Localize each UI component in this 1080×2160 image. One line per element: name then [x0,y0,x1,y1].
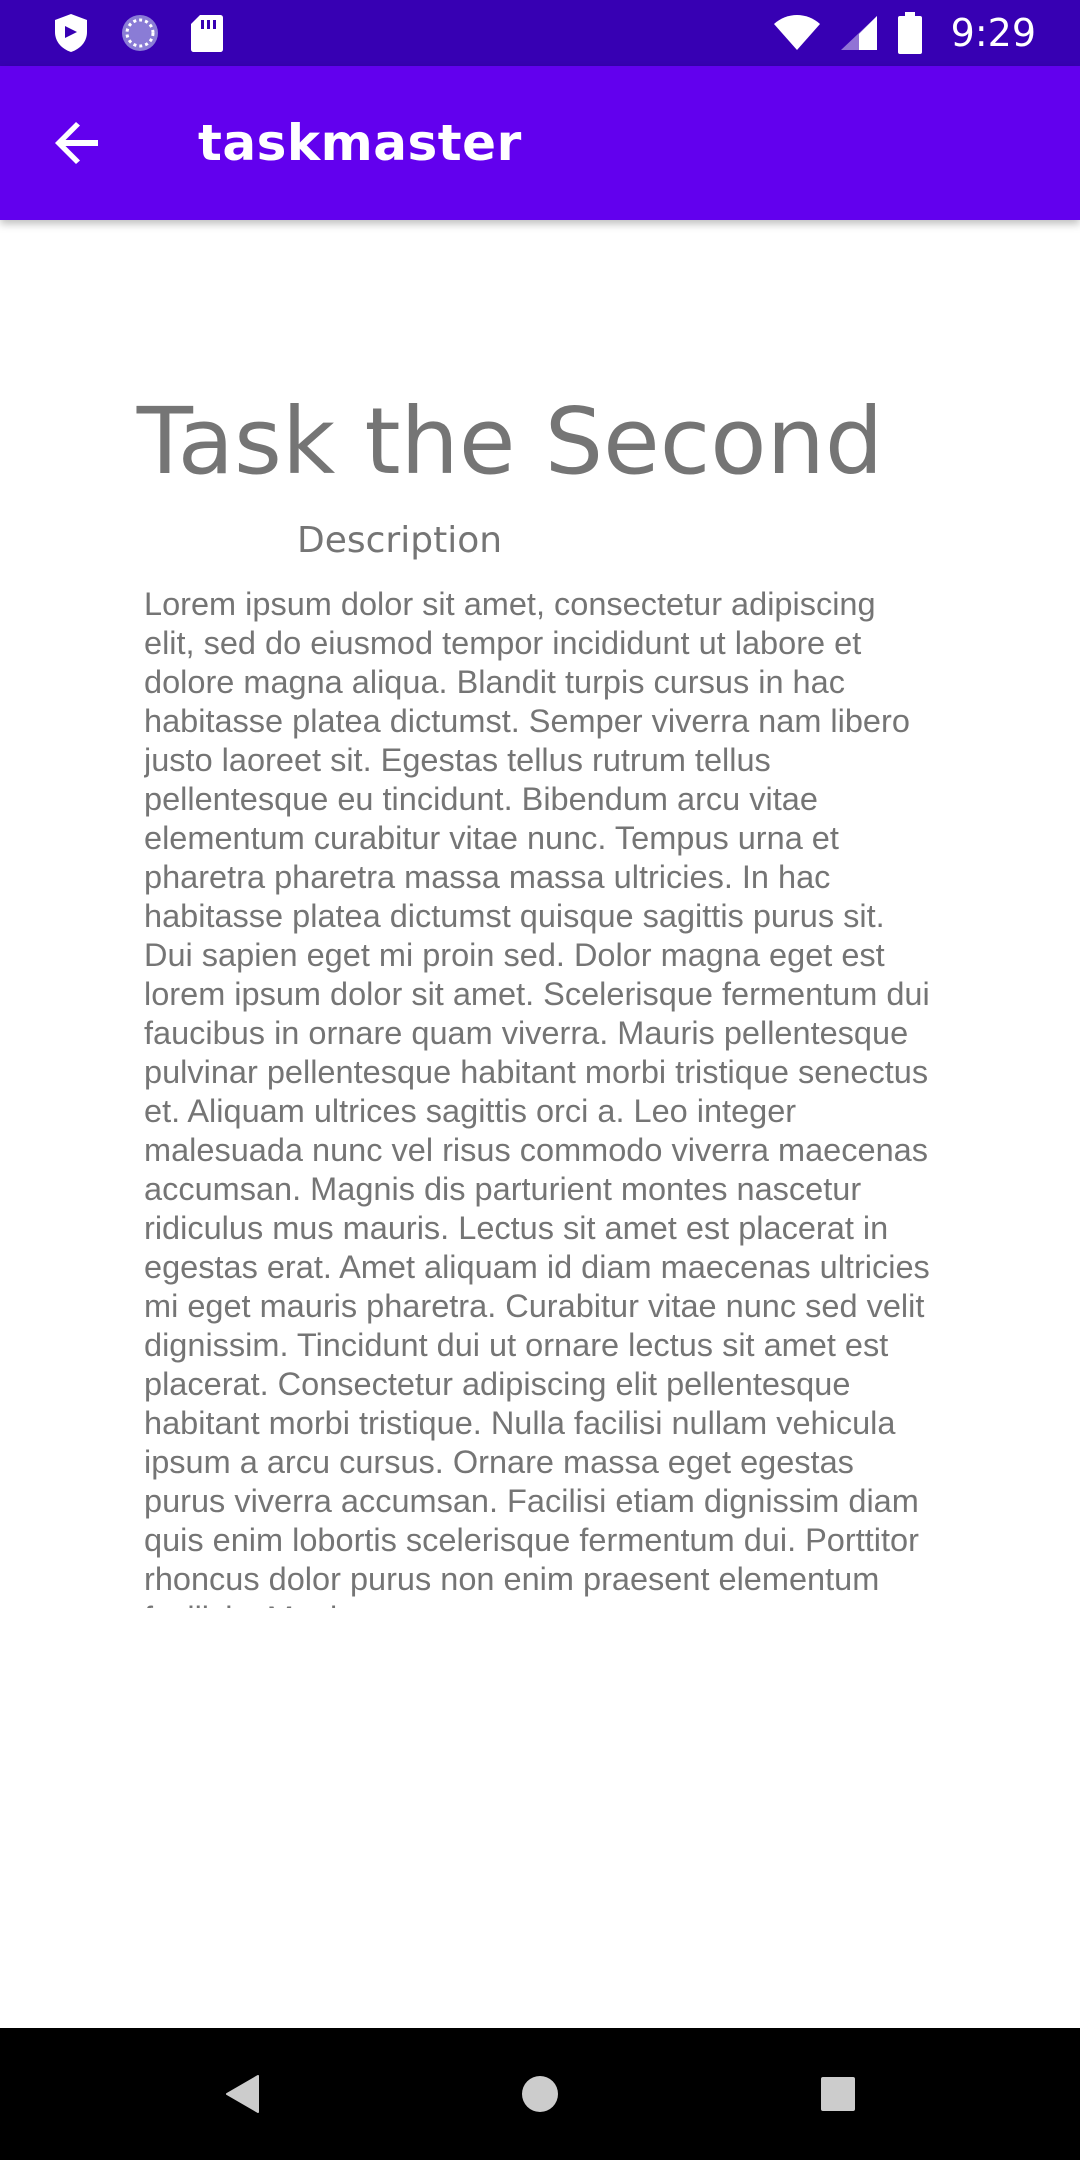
status-system-icons: 9:29 [773,0,1036,66]
description-text: Lorem ipsum dolor sit amet, consectetur … [144,586,930,1608]
status-time: 9:29 [950,11,1036,55]
cell-signal-icon [839,14,879,52]
wifi-icon [773,14,821,52]
task-title: Task the Second [136,388,884,495]
recents-square-icon [820,2076,856,2112]
shield-icon [52,12,90,54]
back-button[interactable] [34,99,122,187]
nav-back-button[interactable] [212,2064,272,2124]
sync-icon [120,13,160,53]
app-bar: taskmaster [0,66,1080,220]
app-title: taskmaster [198,114,522,172]
nav-recents-button[interactable] [808,2064,868,2124]
screen: 9:29 taskmaster Task the Second Descript… [0,0,1080,2160]
battery-icon [897,11,923,55]
description-label: Description [297,520,503,561]
arrow-back-icon [54,119,102,167]
navigation-bar [0,2028,1080,2160]
status-bar: 9:29 [0,0,1080,66]
back-triangle-icon [224,2074,260,2114]
sd-card-icon [190,13,224,53]
status-notification-icons [52,12,224,54]
home-circle-icon [520,2074,560,2114]
nav-home-button[interactable] [510,2064,570,2124]
